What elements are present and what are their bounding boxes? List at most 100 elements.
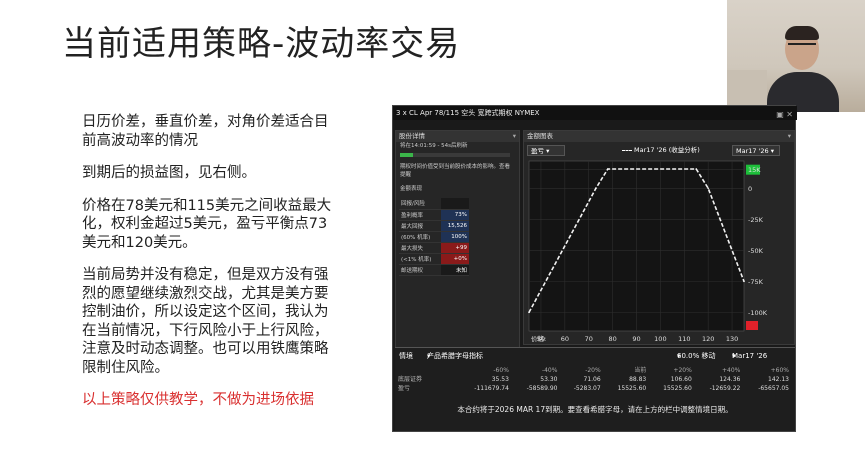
header-cell: 当前	[634, 367, 647, 374]
x-tick-label: 50	[537, 335, 545, 343]
refresh-progress-fill	[400, 153, 414, 157]
table-row: 盈亏 -111679.74 -58589.90 -5283.07 15525.6…	[395, 384, 793, 393]
slide-body: 日历价差，垂直价差，对角价差适合目前高波动率的情况 到期后的损益图，见右侧。 价…	[82, 113, 337, 424]
cell: 71.06	[583, 376, 601, 383]
paragraph-1: 日历价差，垂直价差，对角价差适合目前高波动率的情况	[82, 114, 329, 149]
y-tick-label: 0	[748, 185, 752, 193]
row-label: 最大损失	[399, 242, 441, 254]
header-cell: -20%	[585, 367, 601, 374]
tws-title: 3 x CL Apr 78/115 空头 宽跨式期权 NYMEX	[396, 109, 540, 117]
pnl-chart-panel: 金额图表 ▾ 盈亏 ▾ Mar17 '26 (收益分析) Mar17 '26 ▾…	[523, 130, 795, 345]
row-label: 盈利概率	[399, 209, 441, 221]
cell: 88.83	[629, 376, 647, 383]
cell: 15525.60	[617, 385, 647, 392]
chevron-down-icon: ▾	[427, 352, 431, 360]
refresh-time: 将在14:01:59 - 54s后刷新	[400, 143, 468, 149]
paragraph-4: 当前局势并没有稳定，但是双方没有强烈的愿望继续激烈交战，尤其是美方要控制油价，所…	[82, 267, 329, 376]
presenter-glasses	[788, 43, 816, 49]
window-controls-icon[interactable]: ▣ ✕	[776, 108, 793, 122]
chevron-down-icon: ▾	[770, 147, 775, 155]
cell: -12659.22	[709, 385, 741, 392]
pnl-chart[interactable]: 15K0-25K-50K-75K-100K价格:50 60 70 80 90 100 110…	[524, 159, 794, 345]
row-label: 回报/风险	[399, 198, 441, 210]
background-shelf	[727, 70, 767, 110]
pnl-data-point	[607, 168, 609, 170]
max-loss-marker	[746, 321, 758, 330]
warning-text[interactable]: 期权时间价值受到当前股价成本的影响。查看提醒	[396, 163, 519, 179]
chevron-down-icon: ▾	[732, 352, 736, 360]
y-tick-label: -75K	[748, 278, 764, 286]
row-label: (60% 机率)	[399, 231, 441, 243]
legend-label: Mar17 '26 (收益分析)	[634, 146, 700, 154]
chevron-down-icon: ▾	[546, 147, 550, 155]
row-value: 100%	[440, 231, 469, 243]
pnl-data-point	[695, 168, 698, 170]
pnl-data-point	[528, 311, 530, 314]
slide: 当前适用策略-波动率交易 日历价差，垂直价差，对角价差适合目前高波动率的情况 到…	[0, 0, 865, 457]
x-tick-label: 110	[678, 335, 690, 343]
y-tick-label: -50K	[748, 247, 764, 255]
header-cell	[395, 366, 459, 375]
row-label: 底层证券	[398, 376, 423, 383]
table-row: 盈利概率 73%	[399, 209, 469, 221]
table-row: 回报/风险	[399, 198, 469, 210]
x-tick-label: 100	[654, 335, 666, 343]
date-dropdown[interactable]: Mar17 '26 ▾	[732, 145, 780, 156]
row-label: (<1% 机率)	[399, 253, 441, 265]
chevron-down-icon: ▾	[677, 352, 681, 360]
x-tick-label: 90	[632, 335, 640, 343]
presenter-hair	[785, 26, 819, 40]
scenario-date-value: Mar17 '26	[732, 352, 768, 360]
table-row: (<1% 机率) +0%	[399, 253, 469, 265]
cell: 142.13	[768, 376, 789, 383]
panel-menu-icon[interactable]: ▾	[513, 131, 516, 142]
scenario-table: -60% -40% -20% 当前 +20% +40% +60% 底层证券 35…	[395, 366, 793, 393]
pnl-data-point	[743, 280, 745, 283]
pnl-data-point	[707, 187, 709, 190]
legend-line-icon	[622, 149, 632, 151]
cell: 35.53	[491, 376, 509, 383]
chart-panel-title: 金额图表	[527, 132, 553, 140]
x-tick-label: 70	[585, 335, 593, 343]
details-panel: 股份详情 ▾ 将在14:01:59 - 54s后刷新 期权时间价值受到当前股价成…	[395, 130, 520, 352]
y-tick-label: 15K	[748, 166, 761, 174]
paragraph-3: 价格在78美元和115美元之间收益最大化，权利金超过5美元，盈亏平衡点73美元和…	[82, 197, 332, 251]
expiry-note: 本合约将于2026 MAR 17到期。要查看希腊字母，请在上方的栏中调整情境日期…	[457, 405, 733, 414]
performance-header: 金额表现	[400, 186, 423, 192]
row-value: +0%	[440, 253, 469, 265]
greeks-indicator-value: 产品希腊字母指标	[427, 352, 483, 360]
chart-controls: 盈亏 ▾ Mar17 '26 (收益分析) Mar17 '26 ▾	[527, 145, 793, 157]
row-value: +99	[440, 242, 469, 254]
y-tick-label: -25K	[748, 216, 764, 224]
metric-dropdown[interactable]: 盈亏 ▾	[527, 145, 565, 156]
panel-menu-icon[interactable]: ▾	[788, 131, 791, 142]
x-tick-label: 130	[726, 335, 738, 343]
y-tick-label: -100K	[748, 309, 768, 317]
tws-titlebar: 3 x CL Apr 78/115 空头 宽跨式期权 NYMEX ▣ ✕	[393, 106, 797, 120]
details-panel-header: 股份详情 ▾	[396, 131, 519, 142]
table-row: (60% 机率) 100%	[399, 231, 469, 243]
presenter-webcam	[727, 0, 865, 112]
volatility-move-value: 60.0% 移动	[677, 352, 716, 360]
table-row: 最大损失 +99	[399, 242, 469, 254]
tws-strategy-window: 3 x CL Apr 78/115 空头 宽跨式期权 NYMEX ▣ ✕ 股份详…	[392, 105, 797, 432]
cell: -58589.90	[526, 385, 558, 392]
cell: 53.30	[540, 376, 558, 383]
cell: -5283.07	[573, 385, 601, 392]
cell: -111679.74	[474, 385, 509, 392]
chart-legend: Mar17 '26 (收益分析)	[622, 145, 700, 156]
scenario-header: 情境 产品希腊字母指标 ▾ 60.0% 移动 ▾ Mar17 '26 ▾	[395, 350, 795, 362]
pnl-data-point	[595, 187, 597, 190]
header-cell: -60%	[493, 367, 509, 374]
table-row: 邮送期权 未知	[399, 264, 469, 276]
header-cell: +60%	[770, 367, 789, 374]
header-cell: +40%	[721, 367, 741, 374]
row-value: 73%	[440, 209, 469, 221]
x-tick-label: 80	[608, 335, 616, 343]
row-label: 邮送期权	[399, 264, 441, 276]
cell: -65657.05	[758, 385, 789, 392]
cell: 15525.60	[663, 385, 692, 392]
scenario-panel: 情境 产品希腊字母指标 ▾ 60.0% 移动 ▾ Mar17 '26 ▾ -60…	[395, 347, 795, 431]
paragraph-2: 到期后的损益图，见右侧。	[82, 165, 256, 181]
cell: 124.36	[719, 376, 741, 383]
